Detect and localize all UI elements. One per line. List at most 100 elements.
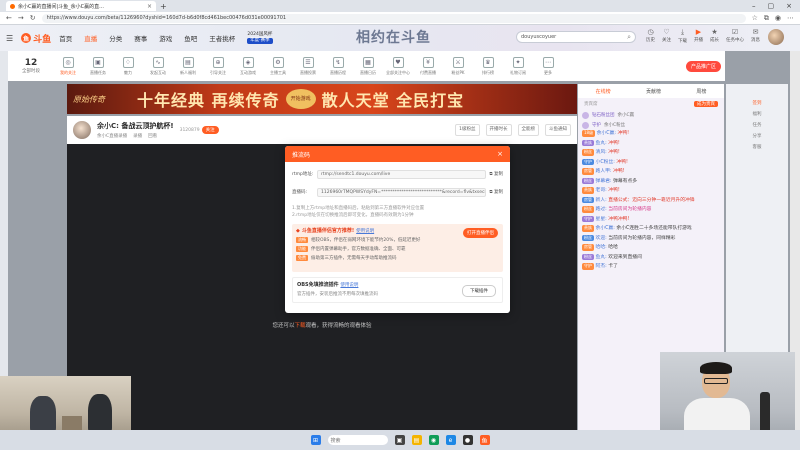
chat-message[interactable]: 房管 路人甲: 冲鸭!	[582, 168, 720, 176]
all-rank[interactable]: 全能榜	[517, 124, 539, 136]
tool-13[interactable]: ⚔ 粉丝PK	[446, 56, 470, 76]
messages-button[interactable]: ✉ 消息	[751, 28, 760, 44]
download-plugin-button[interactable]: 下载插件	[462, 285, 496, 297]
chat-message[interactable]: 房管 哈哈: 哈哈	[582, 244, 720, 252]
growth-button[interactable]: ★ 成长	[710, 28, 719, 44]
obs-icon[interactable]: ●	[462, 435, 473, 445]
stream-key-field[interactable]: 1126960rTMQPWSYdyFN=********************…	[317, 187, 487, 197]
chat-nick[interactable]: 清风:	[596, 150, 607, 155]
back-icon[interactable]: ←	[6, 14, 12, 22]
file-explorer-icon[interactable]: ▤	[411, 435, 422, 445]
go-live-button[interactable]: ▶ 开播	[694, 28, 703, 44]
search-icon[interactable]: ⌕	[627, 33, 631, 42]
ad-banner[interactable]: 原始传奇 十年经典 再续传奇 开始游戏 散人天堂 全民打宝	[67, 84, 577, 114]
nav-category[interactable]: 分类	[109, 33, 122, 43]
follow-count-block[interactable]: 12 全部时段	[12, 58, 50, 74]
chat-nick[interactable]: 弹幕君:	[596, 179, 612, 184]
profile-icon[interactable]: ◉	[775, 14, 781, 23]
rtmp-field[interactable]: rtmp://sendtc1.douyu.com/live	[317, 169, 487, 179]
nav-promo-badge[interactable]: 2024国风杯 年度·赛季	[247, 32, 273, 44]
obs-help-link[interactable]: 使用说明	[340, 283, 358, 288]
tool-5[interactable]: ⊕ 引导关注	[206, 56, 230, 76]
chat-nick[interactable]: 新人:	[596, 198, 607, 203]
browser-icon[interactable]: ◉	[428, 435, 439, 445]
room-meta-item[interactable]: 回看	[148, 133, 157, 139]
chat-nick[interactable]: 路过:	[596, 207, 607, 212]
tool-1[interactable]: ▣ 直播任务	[86, 56, 110, 76]
streamer-nickname[interactable]: 余小C:	[97, 122, 119, 130]
search-input[interactable]: douyuscoyuer	[521, 34, 556, 40]
tool-8[interactable]: ☰ 直播投票	[296, 56, 320, 76]
maximize-icon[interactable]: ▢	[768, 2, 775, 10]
nav-home[interactable]: 首页	[59, 33, 72, 43]
rank-row[interactable]: 守护 余小C粉丝	[578, 120, 724, 130]
nav-games[interactable]: 游戏	[159, 33, 172, 43]
tool-10[interactable]: ▦ 直播日历	[356, 56, 380, 76]
copy-rtmp-button[interactable]: ⧉ 复制	[489, 171, 503, 177]
bookmark-star-icon[interactable]: ☆	[752, 14, 758, 23]
download-button[interactable]: ⤓ 下载	[678, 28, 687, 44]
taskbar-search[interactable]: 搜索	[327, 435, 388, 445]
douyu-notice[interactable]: 斗鱼通知	[545, 124, 571, 136]
chat-nick[interactable]: 余小C赢:	[596, 226, 615, 231]
promo-button[interactable]: 产品推广区	[685, 60, 721, 72]
chat-message[interactable]: 粉丝 鱼丸: 欢迎来到直播间	[582, 253, 720, 262]
chat-message[interactable]: 粉丝 弹幕君: 弹幕有点多	[582, 177, 720, 186]
browser-tab[interactable]: 余小C赢的直播间|斗鱼_余小C赢的直... ×	[6, 1, 156, 11]
tab-weekly[interactable]: 周榜	[696, 88, 706, 95]
chat-message[interactable]: 守护 阿杰: 卡了	[582, 263, 720, 271]
chat-nick[interactable]: 老哥:	[596, 188, 607, 193]
task-view-icon[interactable]: ▣	[394, 435, 405, 445]
tool-9[interactable]: ↯ 直播历程	[326, 56, 350, 76]
tab-contribution[interactable]: 贡献榜	[646, 88, 661, 95]
follow-button[interactable]: 关注	[201, 126, 219, 134]
chat-nick[interactable]: 鱼丸:	[596, 255, 607, 260]
chat-nick[interactable]: 路人甲:	[596, 169, 612, 174]
follow-list-button[interactable]: ♡ 关注	[662, 28, 671, 44]
chat-nick[interactable]: 鱼丸:	[596, 141, 607, 146]
chat-nick[interactable]: 余小C赢:	[597, 131, 616, 136]
tool-15[interactable]: ✦ 礼物订阅	[506, 56, 530, 76]
chat-nick[interactable]: 哈哈:	[596, 245, 607, 250]
tool-12[interactable]: ¥ 付费直播	[416, 56, 440, 76]
chat-message[interactable]: 粉丝 清风: 冲鸭!	[582, 149, 720, 157]
tool-11[interactable]: ♥ 全部关注中心	[386, 56, 410, 76]
chat-message[interactable]: 房管 新人: 直播公式：迈向三分钟一靠近月升的冲锋	[582, 196, 720, 205]
hamburger-menu-icon[interactable]: ☰	[6, 34, 13, 43]
side-icon-share[interactable]: 分享	[753, 133, 762, 139]
chat-nick[interactable]: 欢迎:	[596, 236, 607, 241]
tool-6[interactable]: ◈ 互动游戏	[236, 56, 260, 76]
minimize-icon[interactable]: –	[752, 2, 756, 10]
tool-7[interactable]: ⚙ 主播工具	[266, 56, 290, 76]
chat-nick[interactable]: 阿杰:	[596, 264, 607, 269]
chat-nick[interactable]: 星星:	[596, 217, 607, 222]
chat-message[interactable]: 守护 小C粉丝: 冲鸭!	[582, 158, 720, 167]
close-window-icon[interactable]: ×	[786, 2, 792, 10]
chat-message[interactable]: 粉丝 欢迎: 当前房间为轮播内容，同样精彩	[582, 234, 720, 243]
room-meta-item[interactable]: 录播	[133, 133, 142, 139]
close-tab-icon[interactable]: ×	[147, 3, 152, 10]
browser-menu-icon[interactable]: ⋯	[787, 14, 794, 23]
close-icon[interactable]: ×	[497, 150, 503, 158]
douyu-logo[interactable]: 鱼 斗鱼	[21, 32, 51, 45]
room-meta-item[interactable]: 余小C直播录播	[97, 133, 127, 139]
side-icon-benefit[interactable]: 福利	[753, 111, 762, 117]
tool-14[interactable]: ♛ 排行榜	[476, 56, 500, 76]
edge-icon[interactable]: e	[445, 435, 456, 445]
tool-4[interactable]: ▤ 新人福利	[176, 56, 200, 76]
open-companion-button[interactable]: 打开直播伴侣	[463, 228, 498, 238]
side-icon-checkin[interactable]: 签到	[753, 100, 762, 106]
douyu-app-icon[interactable]: 鱼	[479, 435, 490, 445]
fan-level[interactable]: 1级粉丝	[455, 124, 480, 136]
tool-3[interactable]: ∿ 发起互动	[146, 56, 170, 76]
streamer-avatar[interactable]	[73, 121, 91, 139]
side-icon-task[interactable]: 任务	[753, 122, 762, 128]
new-tab-icon[interactable]: +	[160, 2, 167, 11]
ad-start-button[interactable]: 开始游戏	[285, 89, 316, 109]
start-icon[interactable]: ⊞	[310, 435, 321, 445]
url-field[interactable]: https://www.douyu.com/beta/1126960?dyshi…	[41, 13, 746, 23]
recommend-help-link[interactable]: 使用说明	[356, 228, 374, 234]
tool-0[interactable]: ◎ 我的关注	[56, 56, 80, 76]
task-center-button[interactable]: ☑ 任务中心	[726, 28, 744, 44]
tool-2[interactable]: ♢ 魅力	[116, 56, 140, 76]
